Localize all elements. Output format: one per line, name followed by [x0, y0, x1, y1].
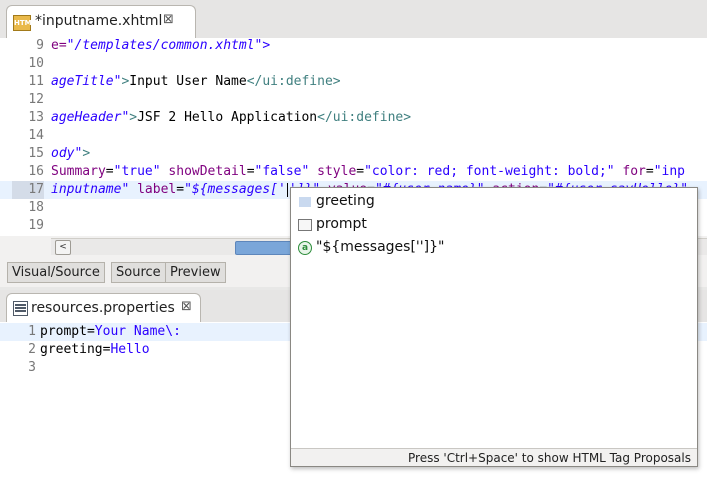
- code-token: "color: red; font-weight: bold;": [364, 164, 615, 179]
- tab-preview[interactable]: Preview: [165, 262, 226, 283]
- property-key: prompt=: [40, 324, 95, 339]
- proposal-label: "${messages['']}": [316, 239, 445, 255]
- tab-visual-source[interactable]: Visual/Source: [7, 262, 105, 283]
- line-number: 16: [28, 164, 44, 179]
- code-token: >: [129, 110, 138, 125]
- line-number: 11: [28, 74, 44, 89]
- code-line[interactable]: 11 ageTitle">Input User Name</ui:define>: [0, 73, 707, 91]
- line-code: ageHeader">JSF 2 Hello Application</ui:d…: [51, 109, 411, 127]
- tab-source[interactable]: Source: [111, 262, 166, 283]
- code-line[interactable]: 10: [0, 55, 707, 73]
- line-number: 13: [28, 110, 44, 125]
- code-token: e=: [51, 38, 67, 53]
- code-line[interactable]: 9 e="/templates/common.xhtml">: [0, 38, 707, 55]
- tab-title: *inputname.xhtml: [35, 13, 163, 29]
- line-number: 19: [28, 218, 44, 233]
- el-expression-icon: a: [298, 241, 312, 255]
- line-number: 17: [12, 181, 44, 199]
- close-icon[interactable]: ⊠: [181, 299, 192, 314]
- line-number: 10: [28, 56, 44, 71]
- code-token: ageTitle": [51, 74, 122, 89]
- property-icon: [298, 196, 312, 208]
- code-token: "inp: [653, 164, 686, 179]
- code-token: style: [309, 164, 357, 179]
- property-value: Your Name\:: [94, 324, 181, 339]
- proposal-prompt[interactable]: prompt: [292, 213, 696, 236]
- line-code: greeting=Hello: [40, 341, 150, 359]
- line-code: ody">: [51, 145, 90, 163]
- code-token: ageHeader": [51, 110, 130, 125]
- tab-resources-properties[interactable]: resources.properties ⊠: [6, 293, 201, 322]
- line-number: 15: [28, 146, 44, 161]
- code-token: =: [645, 164, 654, 179]
- code-token: ody": [51, 146, 83, 161]
- code-line[interactable]: 13 ageHeader">JSF 2 Hello Application</ui…: [0, 109, 707, 127]
- code-token: ${messages[': [191, 182, 286, 197]
- editor-tab-bar: HTM *inputname.xhtml ⊠: [0, 0, 707, 39]
- property-value: Hello: [110, 342, 150, 357]
- code-token: =: [246, 164, 255, 179]
- close-icon[interactable]: ⊠: [163, 12, 174, 27]
- html-file-icon: HTM: [13, 15, 32, 31]
- line-number: 20: [12, 235, 44, 236]
- popup-status-bar: Press 'Ctrl+Space' to show HTML Tag Prop…: [291, 448, 697, 466]
- line-code: prompt=Your Name\:: [40, 323, 181, 341]
- code-token: Summary: [51, 164, 106, 179]
- code-token: ": [184, 182, 192, 197]
- code-token: JSF 2 Hello Application: [137, 110, 318, 125]
- line-code: ageTitle">Input User Name</ui:define>: [51, 73, 341, 91]
- code-line[interactable]: 15 ody">: [0, 145, 707, 163]
- code-token: showDetail: [160, 164, 247, 179]
- tab-title: resources.properties: [31, 300, 175, 316]
- code-token: =: [176, 182, 185, 197]
- line-number: 3: [28, 360, 36, 375]
- code-token: "false": [254, 164, 310, 179]
- proposal-greeting[interactable]: greeting: [292, 190, 696, 213]
- line-code: Summary="true" showDetail="false" style=…: [51, 163, 685, 181]
- code-token: for: [614, 164, 646, 179]
- text-cursor: [286, 182, 288, 197]
- code-token: Input User Name: [129, 74, 247, 89]
- code-line[interactable]: 14: [0, 127, 707, 145]
- code-token: inputname": [51, 182, 130, 197]
- line-number: 14: [28, 128, 44, 143]
- code-line[interactable]: 16 Summary="true" showDetail="false" styl…: [0, 163, 707, 181]
- scroll-left-arrow-icon[interactable]: <: [55, 240, 71, 255]
- code-line[interactable]: 12: [0, 91, 707, 109]
- line-number: 2: [28, 342, 36, 357]
- proposal-label: prompt: [316, 216, 367, 232]
- tab-inputname-xhtml[interactable]: HTM *inputname.xhtml ⊠: [6, 5, 196, 38]
- code-token: =: [105, 164, 114, 179]
- code-token: </ui:define>: [317, 110, 412, 125]
- content-assist-popup: greeting prompt a "${messages['']}" Pres…: [290, 187, 698, 467]
- property-icon: [298, 219, 312, 231]
- properties-file-icon: [13, 301, 28, 316]
- proposal-el-expression[interactable]: a "${messages['']}": [292, 236, 696, 259]
- code-token: label: [129, 182, 177, 197]
- line-number: 12: [28, 92, 44, 107]
- proposal-label: greeting: [316, 193, 375, 209]
- code-token: "/templates/common.xhtml">: [66, 38, 271, 53]
- property-key: greeting=: [40, 342, 111, 357]
- line-number: 1: [28, 324, 36, 339]
- line-number: 9: [36, 38, 44, 53]
- code-token: =: [356, 164, 365, 179]
- code-token: >: [82, 146, 91, 161]
- code-token: "true": [113, 164, 161, 179]
- line-number: 18: [28, 200, 44, 215]
- line-code: e="/templates/common.xhtml">: [51, 38, 270, 55]
- code-token: </ui:define>: [246, 74, 341, 89]
